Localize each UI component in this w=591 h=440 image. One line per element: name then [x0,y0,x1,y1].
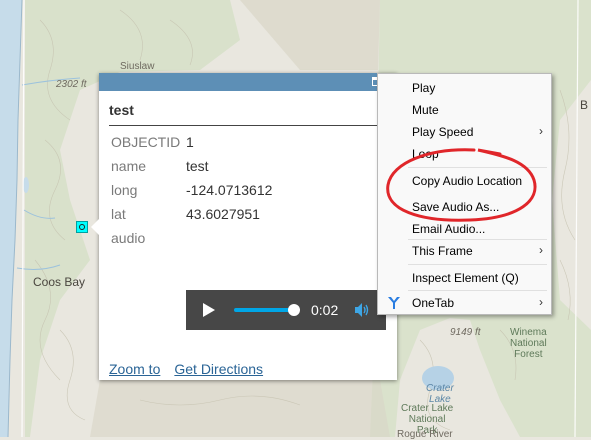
audio-time: 0:02 [311,302,339,318]
map-label-winema: Winema National Forest [510,327,547,360]
field-label-name: name [111,158,147,174]
onetab-icon [388,297,400,309]
map-label-siuslaw: Siuslaw [120,61,155,72]
menu-item-copy-audio-location[interactable]: Copy Audio Location [378,170,551,192]
map-label-rogue: Rogue River [397,429,453,440]
field-value-lat: 43.6027951 [186,206,260,222]
menu-item-onetab[interactable]: OneTab › [378,292,551,314]
popup-title: test [109,102,134,118]
marker-dot [79,224,85,230]
field-value-long: -124.0713612 [186,182,273,198]
menu-item-label: This Frame [412,244,473,258]
audio-progress-track[interactable] [234,308,294,312]
map-label-elevation-9149: 9149 ft [450,327,481,338]
submenu-arrow-icon: › [539,243,543,257]
menu-item-label: Email Audio... [412,222,486,236]
menu-item-label: Loop [412,147,439,161]
menu-item-label: Play Speed [412,125,474,139]
menu-item-label: Save Audio As... [412,200,500,214]
context-menu: Play Mute Play Speed › Loop Copy Audio Lo… [377,73,552,315]
menu-item-mute[interactable]: Mute [378,99,551,121]
popup-actions: Zoom to Get Directions [109,361,277,377]
field-label-objectid: OBJECTID [111,134,181,150]
field-value-objectid: 1 [186,134,194,150]
menu-item-label: Mute [412,103,439,117]
field-label-audio: audio [111,230,146,246]
popup-titlebar [99,73,397,91]
menu-item-inspect-element[interactable]: Inspect Element (Q) [378,267,551,289]
audio-player[interactable]: 0:02 [186,290,386,330]
field-label-long: long [111,182,138,198]
popup-title-divider [109,125,387,126]
popup-pointer [91,219,99,235]
submenu-arrow-icon: › [539,124,543,138]
zoom-to-link[interactable]: Zoom to [109,361,160,377]
menu-item-save-audio-as[interactable]: Save Audio As... [378,196,551,218]
menu-item-label: OneTab [412,296,455,310]
get-directions-link[interactable]: Get Directions [174,361,263,377]
feature-marker[interactable] [76,221,88,233]
volume-icon[interactable] [354,302,370,318]
menu-item-this-frame[interactable]: This Frame › [378,240,551,262]
map-label-edge-b: B [580,98,589,112]
menu-separator [408,167,547,168]
submenu-arrow-icon: › [539,295,543,309]
menu-item-loop[interactable]: Loop [378,143,551,165]
menu-item-label: Copy Audio Location [412,174,523,188]
menu-item-email-audio[interactable]: Email Audio... [378,218,551,240]
map-label-elevation-2302: 2302 ft [56,79,87,90]
map-label-crater-lake-water: Crater Lake [426,383,454,405]
menu-item-play-speed[interactable]: Play Speed › [378,121,551,143]
field-value-name: test [186,158,209,174]
menu-item-label: Play [412,81,436,95]
menu-separator [408,264,547,265]
menu-item-label: Inspect Element (Q) [412,271,519,285]
menu-item-play[interactable]: Play [378,77,551,99]
play-icon[interactable] [203,303,215,317]
map-label-coos-bay: Coos Bay [33,275,86,289]
field-label-lat: lat [111,206,126,222]
audio-progress-handle[interactable] [288,304,300,316]
feature-popup: test OBJECTID 1 name test long -124.0713… [91,73,397,380]
menu-separator [408,290,547,291]
